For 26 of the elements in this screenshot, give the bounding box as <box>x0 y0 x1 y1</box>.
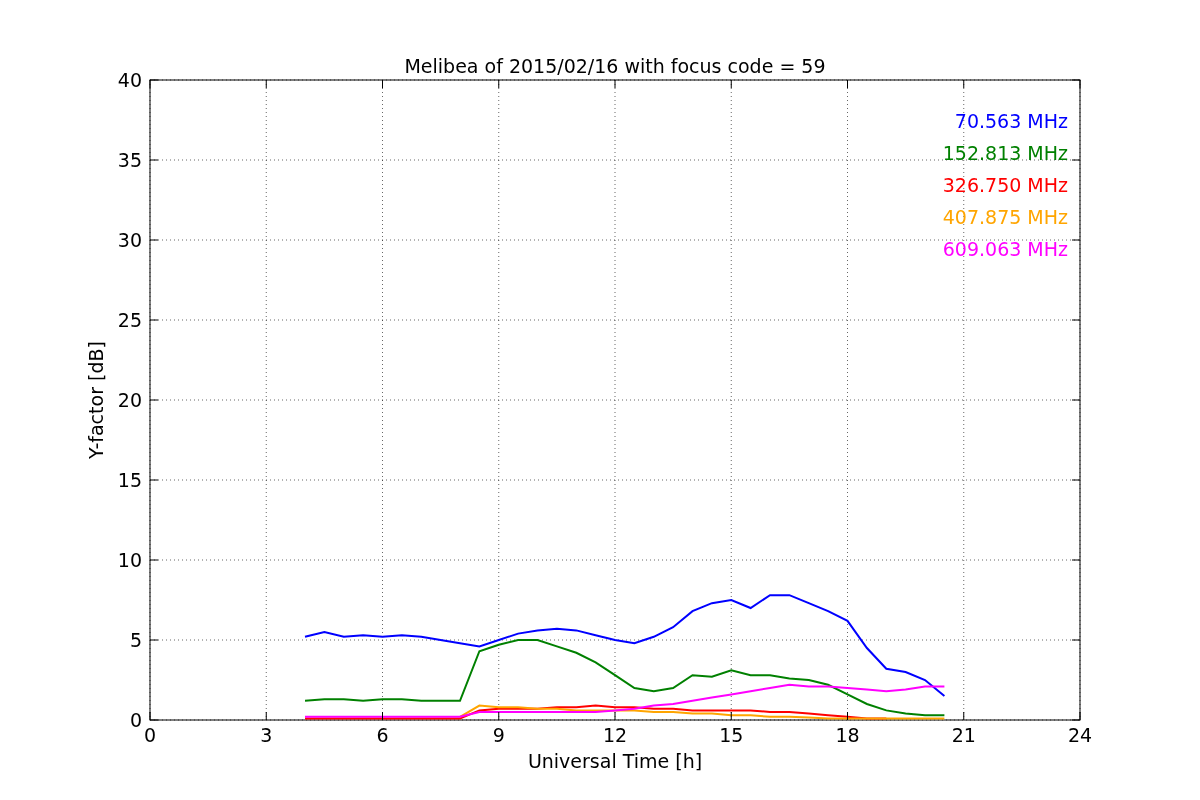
legend-label: 609.063 MHz <box>942 238 1068 260</box>
x-tick-label: 15 <box>719 724 744 746</box>
y-tick-label: 25 <box>117 309 142 331</box>
y-tick-label: 30 <box>117 229 142 251</box>
x-tick-label: 21 <box>951 724 976 746</box>
x-tick-label: 12 <box>602 724 628 746</box>
x-tick-label: 0 <box>143 724 157 746</box>
legend-label: 407.875 MHz <box>942 206 1068 228</box>
x-axis-label: Universal Time [h] <box>527 750 703 772</box>
x-tick-label: 6 <box>376 724 389 746</box>
y-tick-label: 5 <box>129 629 142 651</box>
chart-title: Melibea of 2015/02/16 with focus code = 59 <box>404 55 826 77</box>
y-tick-label: 15 <box>117 469 142 491</box>
y-axis-label: Y-factor [dB] <box>85 341 107 459</box>
x-tick-label: 9 <box>492 724 505 746</box>
y-tick-label: 0 <box>129 709 142 731</box>
x-tick-label: 24 <box>1067 724 1093 746</box>
y-tick-label: 20 <box>117 389 142 411</box>
legend-label: 152.813 MHz <box>942 142 1068 164</box>
legend-label: 326.750 MHz <box>942 174 1068 196</box>
x-tick-label: 3 <box>260 724 273 746</box>
x-tick-label: 18 <box>835 724 860 746</box>
y-tick-label: 40 <box>117 69 142 91</box>
legend-label: 70.563 MHz <box>954 110 1068 132</box>
y-tick-label: 10 <box>117 549 142 571</box>
y-tick-label: 35 <box>117 149 142 171</box>
